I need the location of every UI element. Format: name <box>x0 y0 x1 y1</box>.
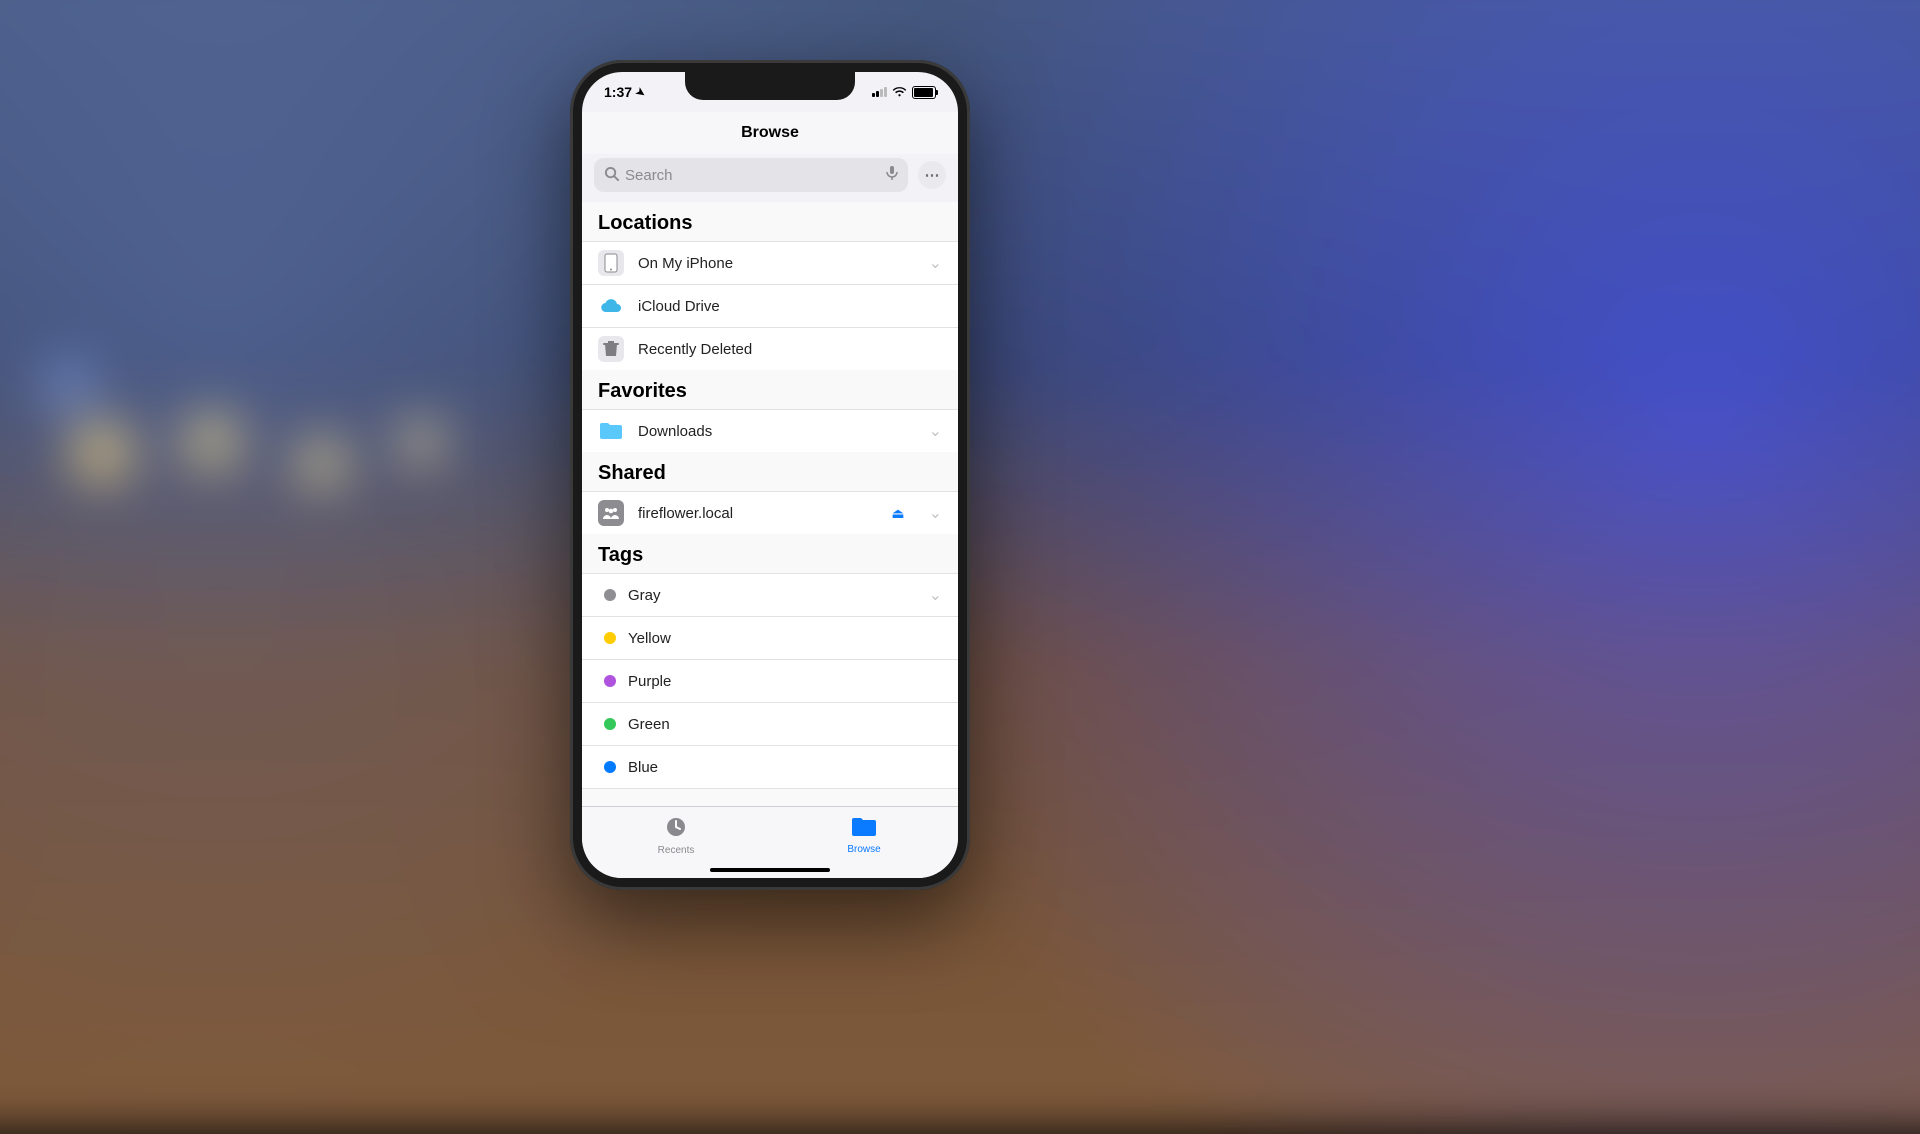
iphone-screen: 1:37 ➤ Browse Search <box>582 72 958 878</box>
row-label: Recently Deleted <box>638 341 752 358</box>
tab-recents[interactable]: Recents <box>582 807 770 864</box>
search-icon <box>604 166 619 185</box>
row-label: Downloads <box>638 423 712 440</box>
shared-server[interactable]: fireflower.local ⏏ ⌄ <box>582 491 958 534</box>
tag-color-dot <box>604 589 616 601</box>
tag-gray[interactable]: Gray ⌄ <box>582 573 958 616</box>
chevron-down-icon: ⌄ <box>929 421 942 441</box>
tag-color-dot <box>604 675 616 687</box>
row-label: iCloud Drive <box>638 298 720 315</box>
shared-server-icon <box>598 500 624 526</box>
display-notch <box>685 72 855 100</box>
search-row: Search ⋯ <box>594 158 946 192</box>
clock-icon <box>664 815 688 843</box>
folder-icon <box>851 816 877 842</box>
row-label: Green <box>628 716 670 733</box>
tags-header: Tags <box>582 534 958 573</box>
tab-bar: Recents Browse <box>582 806 958 878</box>
search-input[interactable]: Search <box>594 158 908 192</box>
iphone-icon <box>598 250 624 276</box>
iphone-device-frame: 1:37 ➤ Browse Search <box>570 60 970 890</box>
more-options-button[interactable]: ⋯ <box>918 161 946 189</box>
chevron-down-icon: ⌄ <box>929 253 942 273</box>
tag-green[interactable]: Green <box>582 702 958 745</box>
location-icloud-drive[interactable]: iCloud Drive <box>582 284 958 327</box>
row-label: Purple <box>628 673 671 690</box>
tag-blue[interactable]: Blue <box>582 745 958 789</box>
favorite-downloads[interactable]: Downloads ⌄ <box>582 409 958 452</box>
row-label: On My iPhone <box>638 255 733 272</box>
nav-title: Browse <box>741 124 799 142</box>
browse-content[interactable]: Locations On My iPhone ⌄ iCloud Drive <box>582 202 958 806</box>
locations-header: Locations <box>582 202 958 241</box>
tag-color-dot <box>604 718 616 730</box>
home-indicator[interactable] <box>710 868 830 872</box>
chevron-down-icon: ⌄ <box>929 503 942 523</box>
dictation-icon[interactable] <box>886 165 898 185</box>
location-on-my-iphone[interactable]: On My iPhone ⌄ <box>582 241 958 284</box>
cloud-icon <box>598 293 624 319</box>
battery-icon <box>912 86 936 99</box>
location-services-icon: ➤ <box>633 84 648 100</box>
row-label: Blue <box>628 759 658 776</box>
tab-label: Recents <box>658 845 695 856</box>
status-right <box>872 84 936 100</box>
status-left: 1:37 ➤ <box>604 84 645 100</box>
eject-icon[interactable]: ⏏ <box>891 505 904 522</box>
status-time: 1:37 <box>604 84 632 100</box>
tab-browse[interactable]: Browse <box>770 807 958 864</box>
chevron-down-icon: ⌄ <box>929 585 942 605</box>
favorites-header: Favorites <box>582 370 958 409</box>
row-label: fireflower.local <box>638 505 733 522</box>
row-label: Gray <box>628 587 661 604</box>
shared-header: Shared <box>582 452 958 491</box>
tag-color-dot <box>604 761 616 773</box>
folder-icon <box>598 418 624 444</box>
tab-label: Browse <box>847 844 880 855</box>
search-placeholder: Search <box>625 167 880 184</box>
location-recently-deleted[interactable]: Recently Deleted <box>582 327 958 370</box>
wifi-icon <box>892 84 907 100</box>
trash-icon <box>598 336 624 362</box>
tag-purple[interactable]: Purple <box>582 659 958 702</box>
cellular-signal-icon <box>872 87 887 97</box>
row-label: Yellow <box>628 630 671 647</box>
tag-yellow[interactable]: Yellow <box>582 616 958 659</box>
nav-bar: Browse <box>582 112 958 154</box>
tag-color-dot <box>604 632 616 644</box>
